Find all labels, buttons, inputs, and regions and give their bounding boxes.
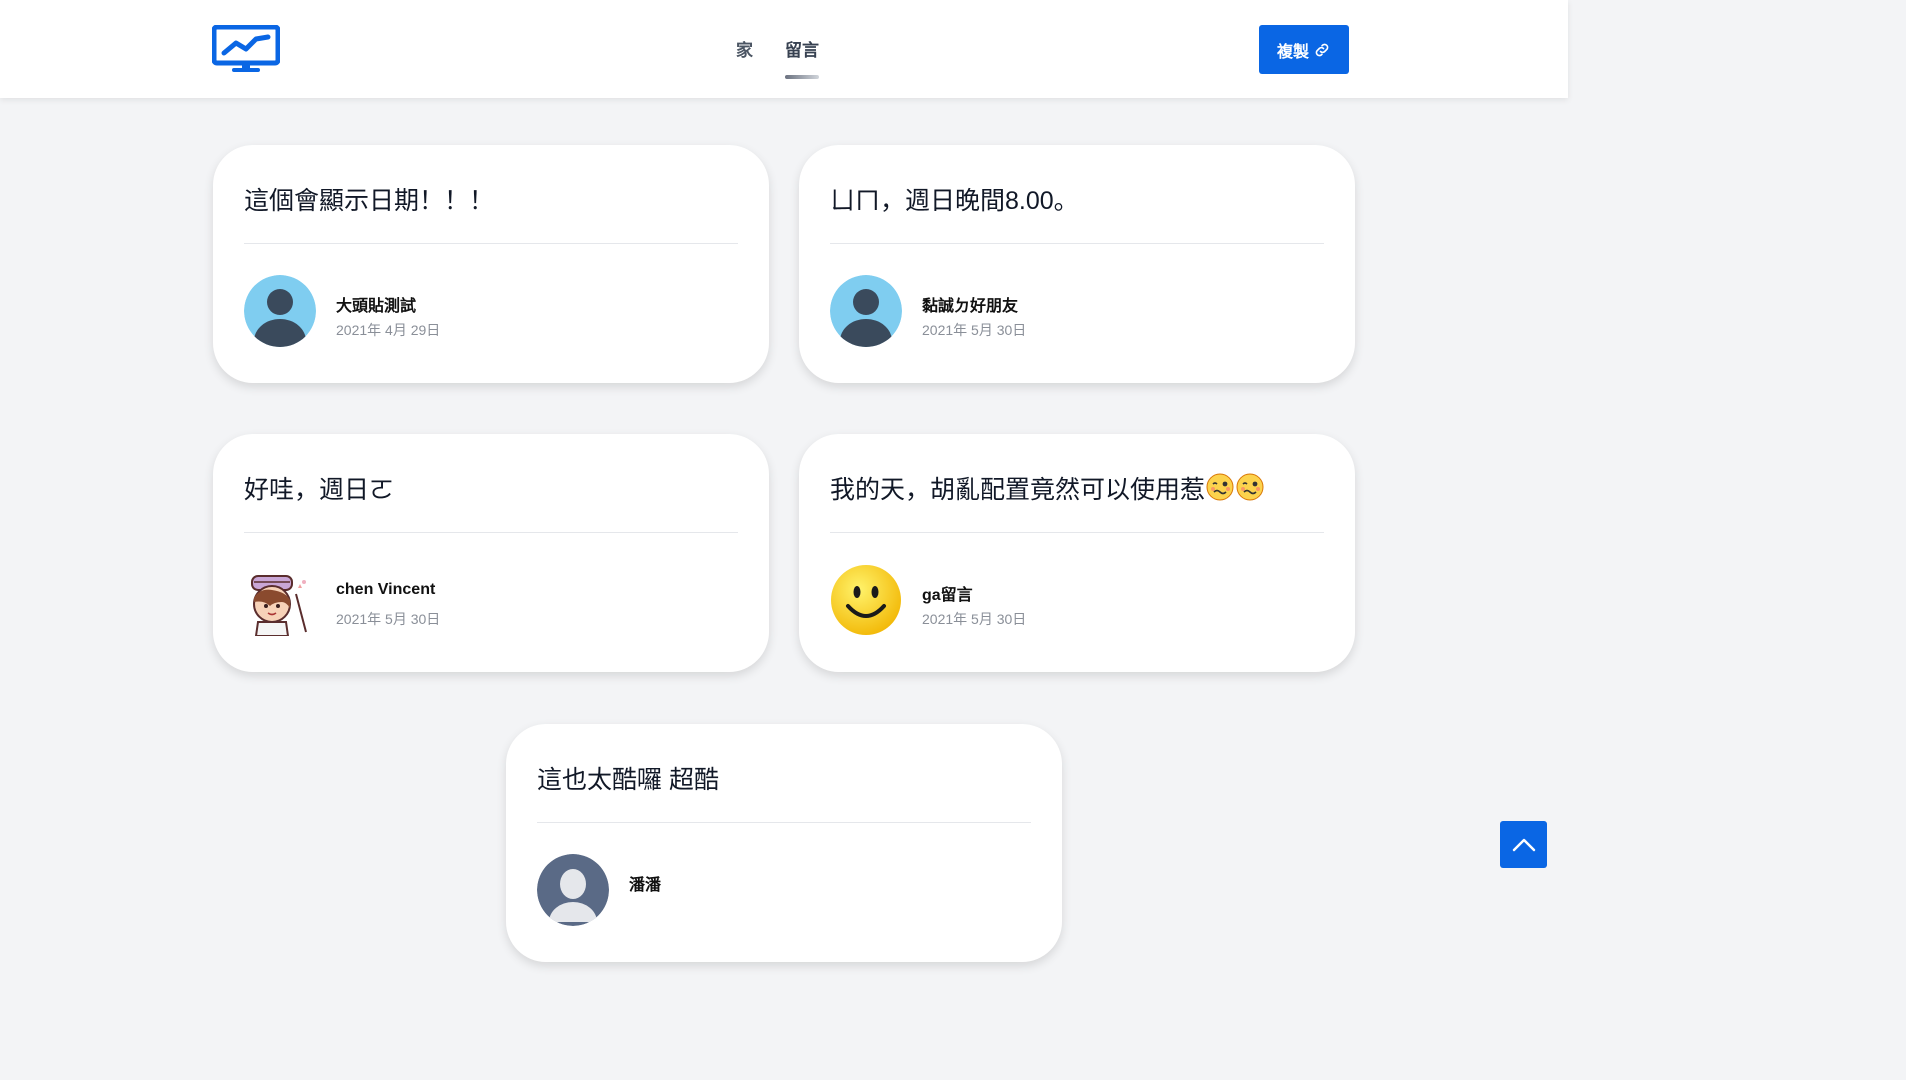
site-header: 家 留言 複製 xyxy=(0,0,1568,98)
comment-card: ㄩㄇ，週日晚間8.00。 黏誠ㄉ好朋友 2021年 5月 30日 xyxy=(799,145,1355,383)
comment-date: 2021年 5月 30日 xyxy=(922,322,1027,338)
woozy-face-emoji-icon xyxy=(1206,473,1234,501)
default-user-avatar-icon xyxy=(244,275,316,347)
nav-item-home[interactable]: 家 xyxy=(736,36,753,69)
author-name: ga留言 xyxy=(922,587,973,604)
monitor-chart-logo-icon[interactable] xyxy=(212,25,280,73)
author-name: 黏誠ㄉ好朋友 xyxy=(922,298,1019,315)
divider xyxy=(537,822,1031,823)
divider xyxy=(830,532,1324,533)
author-name: chen Vincent xyxy=(336,581,436,598)
comment-text: 這也太酷囉 超酷 xyxy=(537,766,719,794)
smiley-face-avatar-icon xyxy=(831,565,901,635)
avatar xyxy=(244,275,316,347)
main-nav: 家 留言 xyxy=(736,36,819,79)
copy-button-label: 複製 xyxy=(1276,43,1309,61)
author-name: 潘潘 xyxy=(629,877,662,894)
comment-text: ㄩㄇ，週日晚間8.00。 xyxy=(830,187,1079,215)
author-name: 大頭貼測試 xyxy=(336,298,417,315)
comment-text-container: 我的天，胡亂配置竟然可以使用惹 xyxy=(830,470,1265,506)
comment-text: 這個會顯示日期！！！ xyxy=(244,187,495,215)
comment-card: 我的天，胡亂配置竟然可以使用惹 ga留言 2021年 5月 30日 xyxy=(799,434,1355,672)
divider xyxy=(830,243,1324,244)
comment-text: 我的天，胡亂配置竟然可以使用惹 xyxy=(830,476,1206,504)
default-user-avatar-icon xyxy=(537,854,609,926)
divider xyxy=(244,243,738,244)
avatar xyxy=(537,854,609,926)
comment-date: 2021年 4月 29日 xyxy=(336,322,441,338)
link-icon xyxy=(1315,43,1329,56)
woozy-face-emoji-icon xyxy=(1236,473,1264,501)
scroll-to-top-button[interactable] xyxy=(1500,821,1547,868)
comment-card: 好哇，週日ㄛ chen Vincent 2021年 5月 30日 xyxy=(213,434,769,672)
copy-button[interactable]: 複製 xyxy=(1259,25,1349,74)
comment-date: 2021年 5月 30日 xyxy=(922,611,1027,627)
divider xyxy=(244,532,738,533)
chevron-up-icon xyxy=(1512,838,1535,851)
avatar xyxy=(244,564,316,636)
nav-item-comments[interactable]: 留言 xyxy=(785,36,819,79)
avatar xyxy=(830,564,902,636)
cartoon-character-avatar-icon xyxy=(251,575,307,636)
comment-text: 好哇，週日ㄛ xyxy=(244,476,395,504)
comment-date: 2021年 5月 30日 xyxy=(336,611,441,627)
avatar xyxy=(830,275,902,347)
comment-card: 這個會顯示日期！！！ 大頭貼測試 2021年 4月 29日 xyxy=(213,145,769,383)
comment-card: 這也太酷囉 超酷 潘潘 xyxy=(506,724,1062,962)
default-user-avatar-icon xyxy=(830,275,902,347)
